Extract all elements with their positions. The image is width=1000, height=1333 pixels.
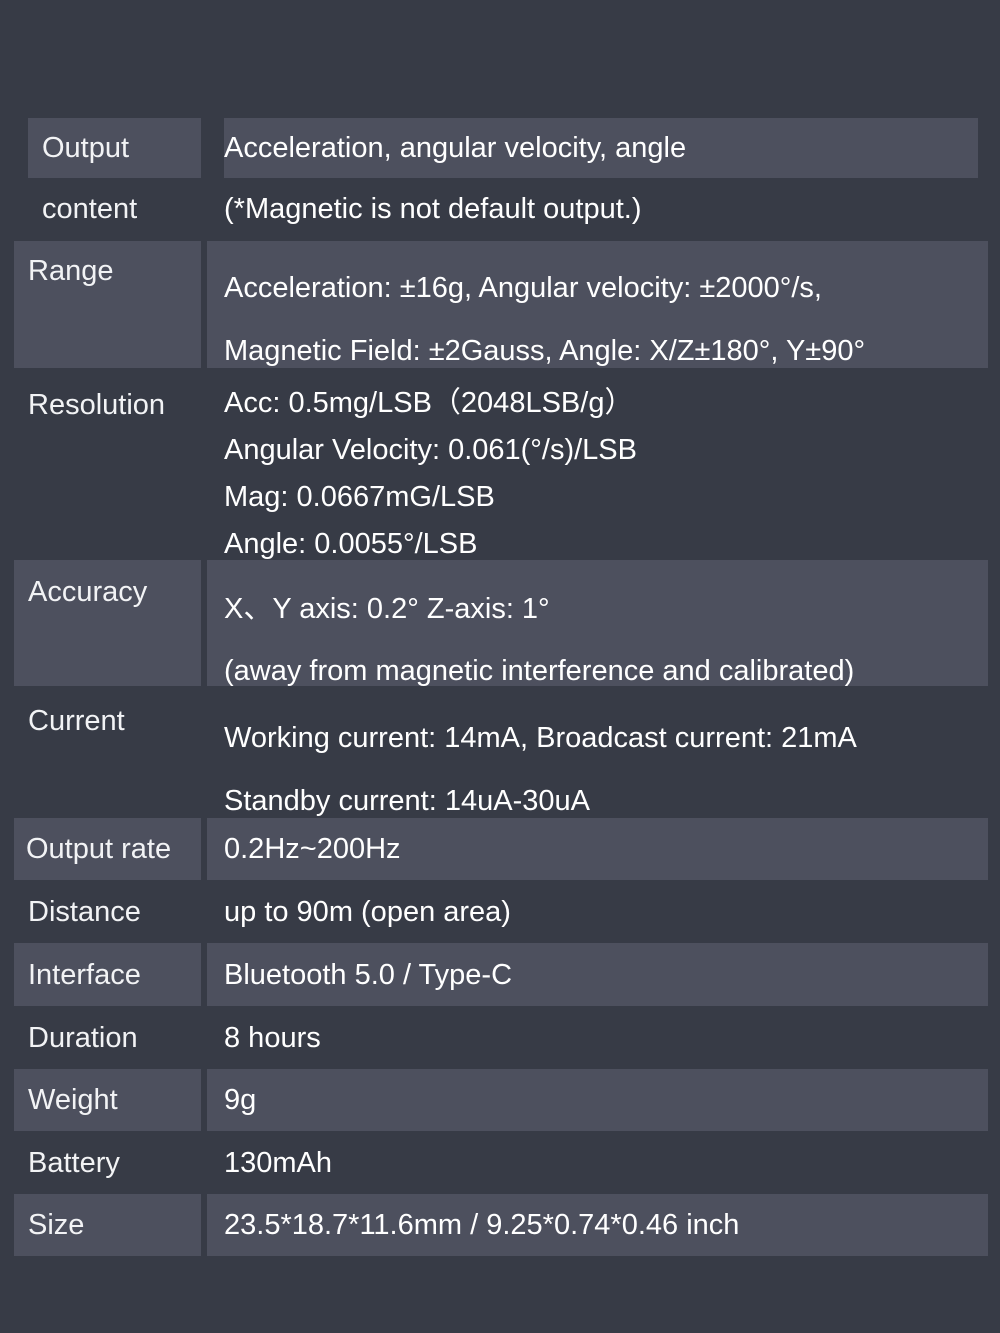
row-label-duration: Duration	[14, 1006, 201, 1069]
row-label-weight: Weight	[14, 1069, 201, 1131]
row-value-line: Angular Velocity: 0.061(°/s)/LSB	[224, 434, 637, 466]
table-row: Current Working current: 14mA, Broadcast…	[14, 686, 988, 818]
row-label-accuracy: Accuracy	[14, 560, 201, 686]
row-value-range: Acceleration: ±16g, Angular velocity: ±2…	[207, 241, 988, 368]
table-row: Resolution Acc: 0.5mg/LSB（2048LSB/g） Ang…	[14, 368, 988, 560]
table-row: Output content Acceleration, angular vel…	[14, 118, 988, 241]
row-value-duration: 8 hours	[207, 1006, 988, 1069]
table-row: Distance up to 90m (open area)	[14, 880, 988, 943]
row-value-weight: 9g	[207, 1069, 988, 1131]
row-value-output-content: Acceleration, angular velocity, angle (*…	[207, 118, 988, 241]
row-value-output-rate: 0.2Hz~200Hz	[207, 818, 988, 880]
row-value-size: 23.5*18.7*11.6mm / 9.25*0.74*0.46 inch	[207, 1194, 988, 1256]
table-row: Output rate 0.2Hz~200Hz	[14, 818, 988, 880]
row-label-interface: Interface	[14, 943, 201, 1006]
row-label-output-content: Output content	[14, 118, 201, 241]
row-label-line: Output	[28, 118, 201, 178]
row-label-distance: Distance	[14, 880, 201, 943]
row-value-line: Mag: 0.0667mG/LSB	[224, 481, 495, 513]
table-row: Range Acceleration: ±16g, Angular veloci…	[14, 241, 988, 368]
row-value-distance: up to 90m (open area)	[207, 880, 988, 943]
row-value-line: (*Magnetic is not default output.)	[224, 178, 978, 241]
table-row: Size 23.5*18.7*11.6mm / 9.25*0.74*0.46 i…	[14, 1194, 988, 1256]
table-row: Battery 130mAh	[14, 1131, 988, 1194]
row-label-output-rate: Output rate	[14, 818, 201, 880]
table-row: Interface Bluetooth 5.0 / Type-C	[14, 943, 988, 1006]
row-value-line: Acc: 0.5mg/LSB（2048LSB/g）	[224, 387, 634, 419]
row-label-current: Current	[14, 686, 201, 818]
row-label-resolution: Resolution	[14, 368, 201, 560]
row-value-line: Acceleration: ±16g, Angular velocity: ±2…	[224, 272, 822, 304]
specifications-table: Output content Acceleration, angular vel…	[14, 118, 988, 1256]
row-value-accuracy: X、Y axis: 0.2° Z-axis: 1° (away from mag…	[207, 560, 988, 687]
row-value-resolution: Acc: 0.5mg/LSB（2048LSB/g） Angular Veloci…	[207, 368, 988, 560]
row-value-line: Working current: 14mA, Broadcast current…	[224, 722, 857, 754]
row-label-battery: Battery	[14, 1131, 201, 1194]
table-row: Duration 8 hours	[14, 1006, 988, 1069]
row-label-range: Range	[14, 241, 201, 368]
row-value-current: Working current: 14mA, Broadcast current…	[207, 686, 988, 818]
row-value-line: Acceleration, angular velocity, angle	[224, 118, 978, 178]
row-label-line: content	[28, 178, 201, 241]
table-row: Accuracy X、Y axis: 0.2° Z-axis: 1° (away…	[14, 560, 988, 687]
row-label-size: Size	[14, 1194, 201, 1256]
row-value-interface: Bluetooth 5.0 / Type-C	[207, 943, 988, 1006]
table-row: Weight 9g	[14, 1069, 988, 1131]
row-value-battery: 130mAh	[207, 1131, 988, 1194]
row-value-line: X、Y axis: 0.2° Z-axis: 1°	[224, 593, 550, 625]
